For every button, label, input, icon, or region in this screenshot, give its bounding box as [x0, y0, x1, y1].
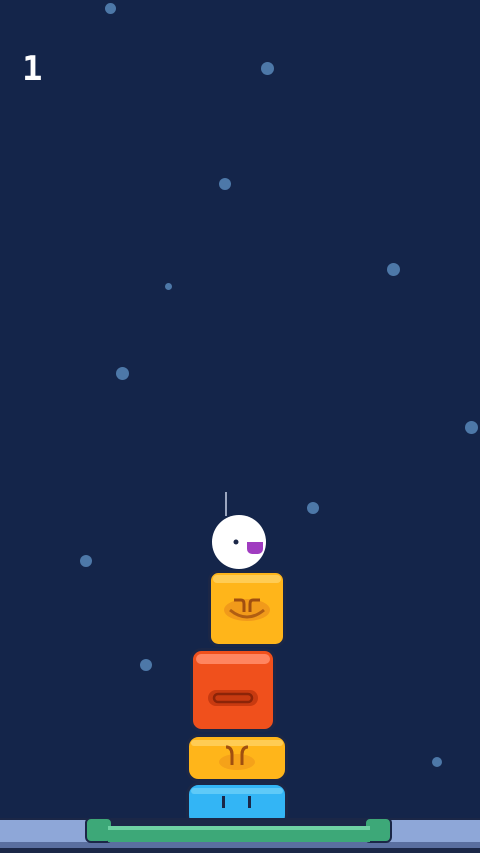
white-ball-character [212, 492, 266, 569]
red-block [190, 648, 276, 732]
star [165, 283, 172, 290]
star [116, 367, 129, 380]
star [465, 421, 478, 434]
star [432, 757, 442, 767]
game-scene[interactable]: 1 [0, 0, 480, 853]
yellow-block-wide [186, 734, 288, 782]
ground-platform [0, 818, 480, 853]
star [307, 502, 319, 514]
star [387, 263, 400, 276]
score-counter: 1 [22, 49, 44, 89]
star [261, 62, 274, 75]
star [140, 659, 152, 671]
yellow-block-top [208, 570, 286, 647]
star [105, 3, 116, 14]
star [80, 555, 92, 567]
star [219, 178, 231, 190]
